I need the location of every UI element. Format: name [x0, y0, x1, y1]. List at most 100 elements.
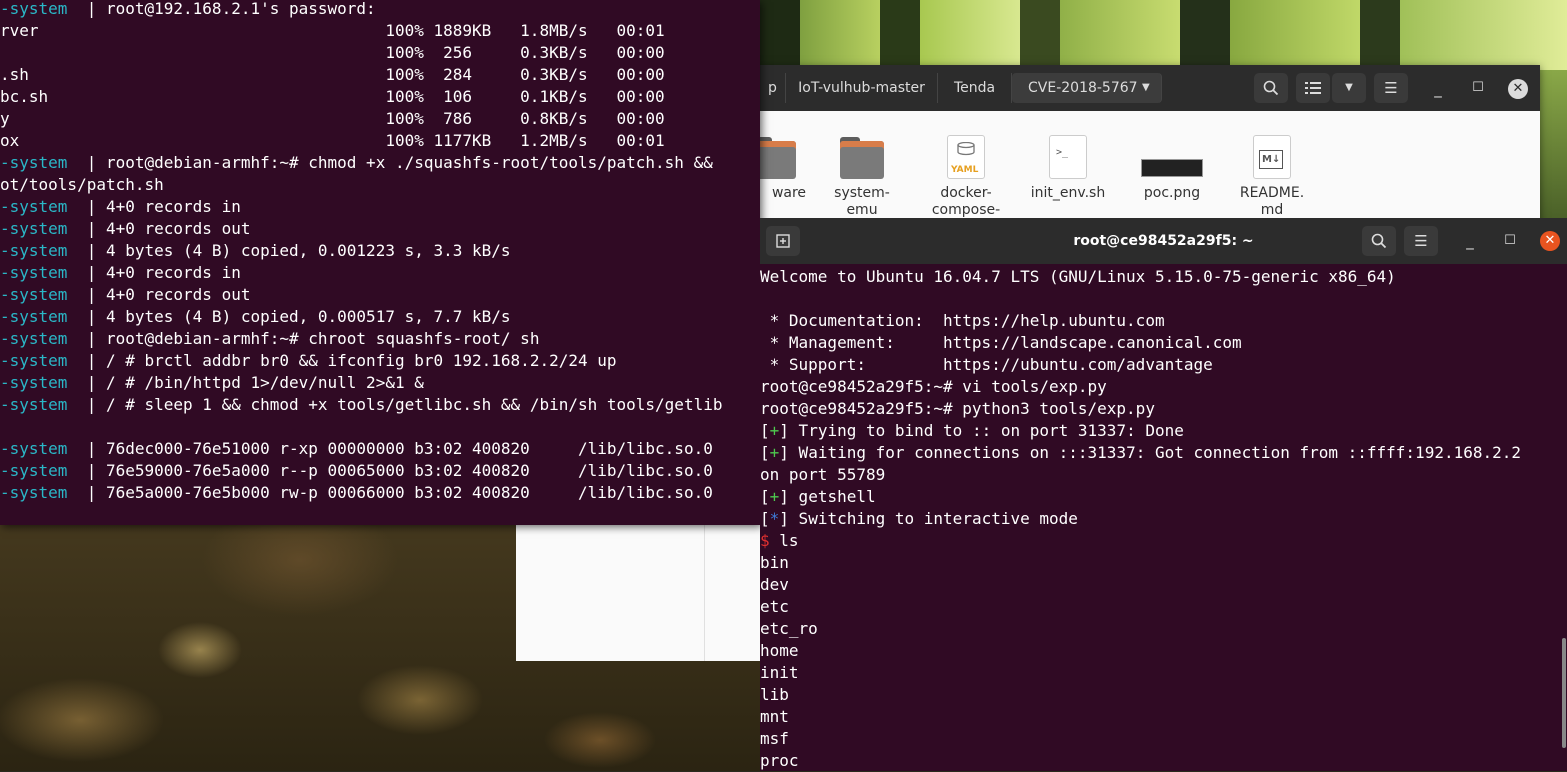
terminal-text: dev — [760, 575, 789, 594]
file-name-line1: README. — [1239, 185, 1305, 201]
container-prefix: -system — [0, 395, 87, 414]
terminal-line: lib — [760, 684, 789, 706]
container-prefix: -system — [0, 351, 87, 370]
maximize-icon[interactable]: ☐ — [1500, 231, 1520, 251]
file-item-script[interactable]: >_ init_env.sh — [1020, 135, 1116, 202]
search-icon — [1263, 80, 1279, 96]
breadcrumb-item-current[interactable]: CVE-2018-5767 ▼ — [1012, 73, 1162, 103]
container-prefix: -system — [0, 197, 87, 216]
terminal-line: [+] Waiting for connections on :::31337:… — [760, 443, 1522, 462]
terminal-text: root@ce98452a29f5:~# vi tools/exp.py — [760, 377, 1107, 396]
chevron-down-icon[interactable]: ▼ — [1142, 73, 1150, 103]
terminal-line: -system | 4+0 records out — [0, 219, 251, 238]
terminal-line: bin — [760, 552, 789, 574]
file-manager-window[interactable]: p IoT-vulhub-master Tenda CVE-2018-5767 … — [752, 65, 1540, 225]
minimize-icon[interactable]: _ — [1460, 231, 1480, 251]
terminal-text: on port 55789 — [760, 465, 886, 484]
terminal-text: y 100% 786 0.8KB/s 00:00 — [0, 109, 665, 128]
terminal-text: * Documentation: https://help.ubuntu.com — [760, 311, 1165, 330]
terminal-line: -system | 4+0 records out — [0, 285, 251, 304]
terminal-text: 4+0 records in — [105, 197, 241, 216]
terminal-line: root@ce98452a29f5:~# vi tools/exp.py — [760, 376, 1107, 398]
breadcrumb-item[interactable]: p — [760, 73, 786, 103]
file-name-line1: system- — [834, 185, 890, 201]
terminal-line: -system | root@debian-armhf:~# chroot sq… — [0, 329, 540, 348]
terminal-text: * Management: https://landscape.canonica… — [760, 333, 1242, 352]
status-marker: * — [769, 509, 780, 528]
file-name: poc.png — [1143, 185, 1201, 201]
close-icon[interactable]: ✕ — [1508, 79, 1528, 99]
terminal-text: * Support: https://ubuntu.com/advantage — [760, 355, 1213, 374]
list-view-button[interactable] — [1296, 73, 1330, 103]
terminal-line: Welcome to Ubuntu 16.04.7 LTS (GNU/Linux… — [760, 266, 1396, 288]
container-prefix: -system — [0, 461, 87, 480]
image-thumbnail-icon — [1141, 135, 1203, 179]
terminal-text: 4 bytes (4 B) copied, 0.000517 s, 7.7 kB… — [105, 307, 511, 326]
terminal-text: Waiting for connections on :::31337: Got… — [788, 443, 1522, 462]
file-name-line2: emu — [846, 202, 878, 218]
terminal-text: mnt — [760, 707, 789, 726]
wallpaper-trees — [760, 0, 1567, 70]
file-item-markdown[interactable]: M↓ README. md — [1224, 135, 1320, 219]
terminal-text: 100% 256 0.3KB/s 00:00 — [0, 43, 665, 62]
scrollbar-thumb[interactable] — [1562, 638, 1566, 748]
terminal-line: -system | 76e5a000-76e5b000 rw-p 0006600… — [0, 483, 713, 502]
file-item-folder[interactable]: system- emu — [814, 135, 910, 219]
terminal-text: root@192.168.2.1's password: — [105, 0, 376, 18]
terminal-text: bc.sh 100% 106 0.1KB/s 00:00 — [0, 87, 665, 106]
status-marker: + — [769, 421, 780, 440]
terminal-line: proc — [760, 750, 799, 772]
terminal-text: 76dec000-76e51000 r-xp 00000000 b3:02 40… — [105, 439, 713, 458]
terminal-line: on port 55789 — [760, 464, 885, 486]
terminal-text: 4+0 records out — [105, 219, 251, 238]
terminal-text: root@debian-armhf:~# chmod +x ./squashfs… — [105, 153, 713, 172]
terminal-line: ox 100% 1177KB 1.2MB/s 00:01 — [0, 130, 665, 152]
terminal-line: -system | 4 bytes (4 B) copied, 0.000517… — [0, 307, 511, 326]
file-item-image[interactable]: poc.png — [1124, 135, 1220, 202]
terminal-line: etc — [760, 596, 789, 618]
terminal-line: mnt — [760, 706, 789, 728]
left-terminal-window[interactable]: -system | root@192.168.2.1's password: rv… — [0, 0, 760, 525]
terminal-text: lib — [760, 685, 789, 704]
terminal-line: -system | / # brctl addbr br0 && ifconfi… — [0, 351, 617, 370]
terminal-line: -system | 76e59000-76e5a000 r--p 0006500… — [0, 461, 713, 480]
yaml-file-icon: YAML — [947, 135, 985, 179]
terminal-text: / # brctl addbr br0 && ifconfig br0 192.… — [105, 351, 617, 370]
terminal-line: -system | / # /bin/httpd 1>/dev/null 2>&… — [0, 373, 424, 392]
terminal-line: .sh 100% 284 0.3KB/s 00:00 — [0, 64, 665, 86]
status-marker: + — [769, 443, 780, 462]
yaml-badge: YAML — [951, 165, 979, 175]
script-file-icon: >_ — [1049, 135, 1087, 179]
terminal-text: 4+0 records in — [105, 263, 241, 282]
breadcrumb-item[interactable]: IoT-vulhub-master — [786, 73, 938, 103]
terminal-line: [*] Switching to interactive mode — [760, 509, 1078, 528]
terminal-text: Switching to interactive mode — [788, 509, 1078, 528]
close-icon[interactable]: ✕ — [1540, 231, 1560, 251]
right-terminal-window[interactable]: root@ce98452a29f5: ~ ☰ _ ☐ ✕ Welcome to … — [760, 218, 1567, 771]
container-prefix: -system — [0, 153, 87, 172]
terminal-menu-button[interactable]: ☰ — [1404, 226, 1438, 256]
maximize-icon[interactable]: ☐ — [1468, 78, 1488, 98]
terminal-line: root@ce98452a29f5:~# python3 tools/exp.p… — [760, 398, 1155, 420]
terminal-text: 4 bytes (4 B) copied, 0.001223 s, 3.3 kB… — [105, 241, 511, 260]
menu-button[interactable]: ☰ — [1374, 73, 1408, 103]
markdown-badge: M↓ — [1259, 150, 1284, 169]
minimize-icon[interactable]: _ — [1428, 79, 1448, 99]
view-options-button[interactable]: ▼ — [1332, 73, 1366, 103]
terminal-text: getshell — [788, 487, 876, 506]
container-prefix: -system — [0, 263, 87, 282]
file-grid: ware system- emu YAML docker- compose- >… — [752, 111, 1540, 225]
container-prefix: -system — [0, 373, 87, 392]
terminal-text: / # sleep 1 && chmod +x tools/getlibc.sh… — [105, 395, 723, 414]
container-prefix: -system — [0, 307, 87, 326]
file-item-yaml[interactable]: YAML docker- compose- — [918, 135, 1014, 219]
terminal-line: dev — [760, 574, 789, 596]
search-button[interactable] — [1254, 73, 1288, 103]
terminal-line: -system | 4+0 records in — [0, 197, 241, 216]
container-prefix: -system — [0, 285, 87, 304]
terminal-line: ot/tools/patch.sh — [0, 174, 164, 196]
terminal-search-button[interactable] — [1362, 226, 1396, 256]
terminal-line: rver 100% 1889KB 1.8MB/s 00:01 — [0, 20, 665, 42]
breadcrumb-item[interactable]: Tenda — [938, 73, 1012, 103]
terminal-text: Trying to bind to :: on port 31337: Done — [788, 421, 1184, 440]
